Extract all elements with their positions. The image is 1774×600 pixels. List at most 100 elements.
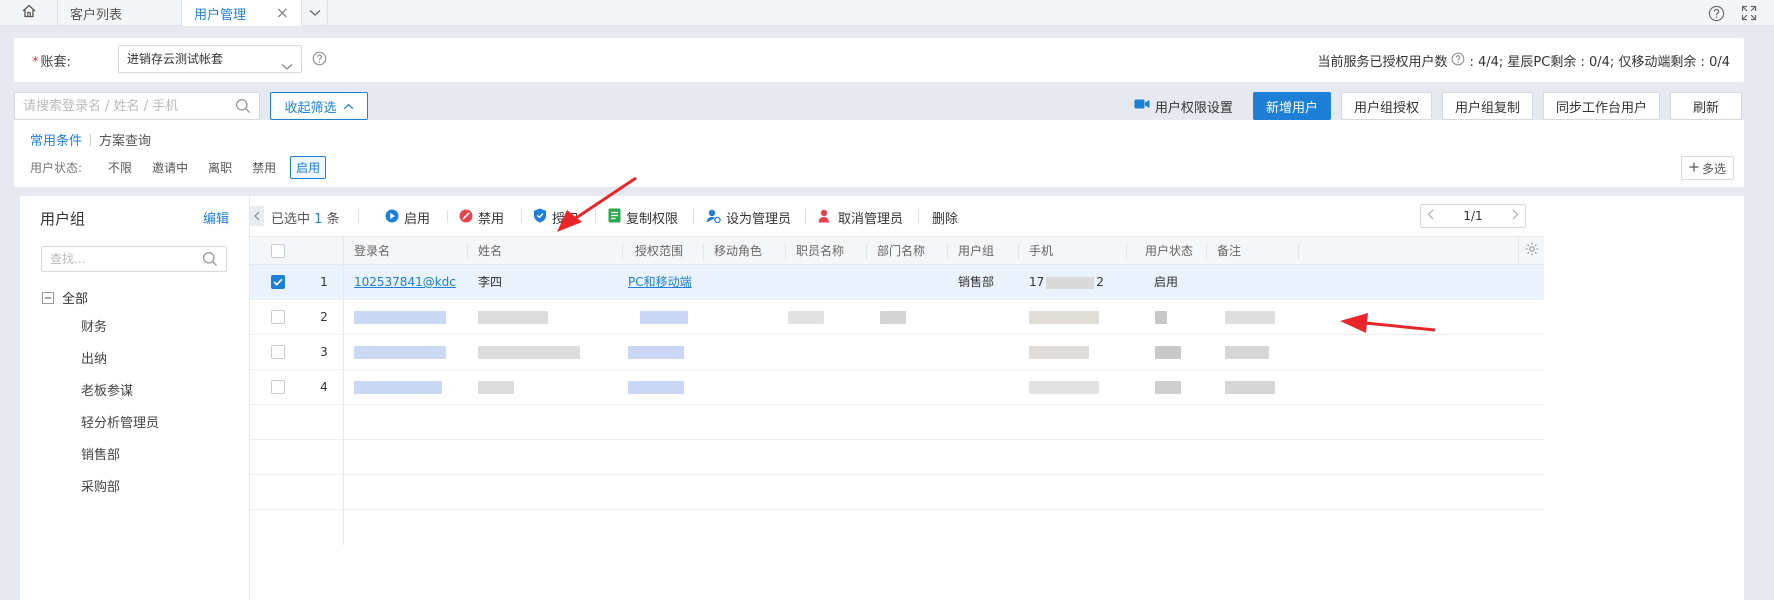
user-status-filter: 用户状态: 不限 邀请中 离职 禁用 启用 xyxy=(30,156,334,179)
blurred-cell xyxy=(1225,381,1275,394)
select-all-checkbox[interactable] xyxy=(271,244,285,258)
divider xyxy=(918,210,919,223)
group-copy-button[interactable]: 用户组复制 xyxy=(1441,92,1533,120)
blurred-cell xyxy=(478,381,514,394)
account-label: * 账套: xyxy=(32,55,71,70)
close-icon[interactable]: × xyxy=(276,5,289,21)
group-item-boss-advisor[interactable]: 老板参谋 xyxy=(81,382,159,414)
empty-row xyxy=(250,405,1544,440)
col-department[interactable]: 部门名称 xyxy=(877,237,925,265)
group-item-cashier[interactable]: 出纳 xyxy=(81,350,159,382)
tab-overflow-button[interactable] xyxy=(302,0,328,26)
status-option-resigned[interactable]: 离职 xyxy=(202,156,238,179)
status-option-disabled[interactable]: 禁用 xyxy=(246,156,282,179)
tab-common-conditions[interactable]: 常用条件 xyxy=(30,130,82,149)
enable-action[interactable]: 启用 xyxy=(385,208,430,227)
group-item-sales[interactable]: 销售部 xyxy=(81,446,159,478)
col-phone[interactable]: 手机 xyxy=(1029,237,1053,265)
search-icon[interactable] xyxy=(235,98,251,118)
chevron-left-icon[interactable] xyxy=(1427,209,1434,223)
search-icon[interactable] xyxy=(202,251,218,271)
enable-label: 启用 xyxy=(404,212,431,227)
home-tab[interactable] xyxy=(0,0,58,26)
user-search[interactable] xyxy=(14,92,260,120)
multi-select-button[interactable]: 多选 xyxy=(1680,156,1734,180)
col-login[interactable]: 登录名 xyxy=(354,237,390,265)
group-search[interactable] xyxy=(41,246,227,272)
refresh-button[interactable]: 刷新 xyxy=(1670,92,1742,120)
login-name-link[interactable]: 102537841@kdc xyxy=(354,265,456,300)
sync-workbench-users-button[interactable]: 同步工作台用户 xyxy=(1542,92,1660,120)
col-staff-name[interactable]: 职员名称 xyxy=(796,237,844,265)
help-icon[interactable] xyxy=(1451,52,1465,70)
scope-link[interactable]: PC和移动端 xyxy=(628,265,692,300)
col-mobile-role[interactable]: 移动角色 xyxy=(714,237,762,265)
tab-customer-list[interactable]: 客户列表 xyxy=(58,0,182,26)
account-select-value: 进销存云测试帐套 xyxy=(127,52,224,66)
divider xyxy=(343,237,344,264)
col-status[interactable]: 用户状态 xyxy=(1145,237,1193,265)
disable-label: 禁用 xyxy=(478,212,505,227)
status-option-any[interactable]: 不限 xyxy=(102,156,138,179)
fullscreen-icon[interactable] xyxy=(1740,4,1758,22)
collapse-toggle-icon[interactable] xyxy=(42,291,54,304)
account-select[interactable]: 进销存云测试帐套 xyxy=(118,45,302,73)
column-settings[interactable] xyxy=(1518,237,1544,265)
group-item-light-analysis-admin[interactable]: 轻分析管理员 xyxy=(81,414,159,446)
row-number: 1 xyxy=(320,275,328,289)
help-icon[interactable] xyxy=(1707,4,1725,22)
blurred-cell xyxy=(1155,381,1181,394)
group-authorize-button[interactable]: 用户组授权 xyxy=(1340,92,1432,120)
group-panel-title: 用户组 xyxy=(40,210,86,228)
collapse-filter-button[interactable]: 收起筛选 xyxy=(270,92,368,120)
row-checkbox[interactable] xyxy=(271,275,285,289)
main-panel: 用户组 编辑 全部 财务 出纳 老板参谋 轻分析管理员 销售部 采购部 xyxy=(20,196,1744,600)
disable-action[interactable]: 禁用 xyxy=(459,208,504,227)
col-name[interactable]: 姓名 xyxy=(478,237,502,265)
table-header: 登录名 姓名 授权范围 移动角色 职员名称 部门名称 用户组 手机 用户状态 备… xyxy=(250,236,1544,265)
page-indicator: 1/1 xyxy=(1463,209,1483,223)
group-edit-link[interactable]: 编辑 xyxy=(203,208,229,227)
delete-action[interactable]: 删除 xyxy=(932,208,958,227)
chevron-right-icon[interactable] xyxy=(1512,209,1519,223)
copy-permission-label: 复制权限 xyxy=(626,212,679,227)
enable-icon xyxy=(385,209,399,227)
group-item-purchasing[interactable]: 采购部 xyxy=(81,478,159,510)
col-scope[interactable]: 授权范围 xyxy=(635,237,683,265)
row-checkbox[interactable] xyxy=(271,345,285,359)
user-group-panel: 用户组 编辑 全部 财务 出纳 老板参谋 轻分析管理员 销售部 采购部 xyxy=(20,196,250,600)
search-input[interactable] xyxy=(23,93,233,119)
filter-panel: 常用条件 方案查询 用户状态: 不限 邀请中 离职 禁用 启用 多选 xyxy=(14,120,1744,187)
tree-root-all[interactable]: 全部 xyxy=(42,288,88,307)
group-search-input[interactable] xyxy=(50,247,200,271)
row-number: 4 xyxy=(320,380,328,394)
tab-scheme-query[interactable]: 方案查询 xyxy=(99,130,151,149)
col-remark[interactable]: 备注 xyxy=(1217,237,1241,265)
table-row[interactable]: 1 102537841@kdc 李四 PC和移动端 销售部 17 2 启用 xyxy=(250,265,1544,300)
help-icon[interactable] xyxy=(312,51,327,70)
row-number: 2 xyxy=(320,310,328,324)
table-row[interactable]: 3 xyxy=(250,335,1544,370)
cancel-admin-action[interactable]: 取消管理员 xyxy=(818,208,903,227)
authorize-action[interactable]: 授权 xyxy=(533,208,578,227)
add-user-button[interactable]: 新增用户 xyxy=(1252,92,1331,120)
table-row[interactable]: 4 xyxy=(250,370,1544,405)
status-option-inviting[interactable]: 邀请中 xyxy=(146,156,194,179)
table-row[interactable]: 2 xyxy=(250,300,1544,335)
status-option-enabled[interactable]: 启用 xyxy=(290,156,327,179)
set-admin-action[interactable]: 设为管理员 xyxy=(706,208,791,227)
copy-permission-action[interactable]: 复制权限 xyxy=(608,208,678,227)
tab-user-management[interactable]: 用户管理 × xyxy=(182,0,302,26)
col-user-group[interactable]: 用户组 xyxy=(958,237,994,265)
tab-label: 用户管理 xyxy=(194,7,247,23)
row-checkbox[interactable] xyxy=(271,310,285,324)
group-item-finance[interactable]: 财务 xyxy=(81,318,159,350)
plus-icon xyxy=(1689,161,1699,175)
divider xyxy=(343,300,344,334)
set-admin-label: 设为管理员 xyxy=(726,212,792,227)
permission-settings-link[interactable]: 用户权限设置 xyxy=(1134,97,1233,116)
collapse-sidebar-icon[interactable] xyxy=(250,206,264,226)
row-checkbox[interactable] xyxy=(271,380,285,394)
permission-settings-label: 用户权限设置 xyxy=(1154,100,1233,116)
user-settings-icon xyxy=(706,209,721,227)
